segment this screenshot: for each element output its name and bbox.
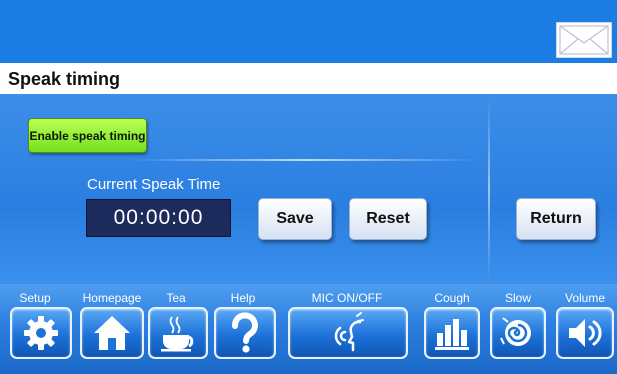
mic-toggle-button[interactable] — [288, 307, 408, 359]
nav-label-homepage: Homepage — [82, 291, 142, 305]
nav-label-setup: Setup — [19, 291, 51, 305]
home-icon — [94, 316, 130, 350]
current-speak-time-label: Current Speak Time — [87, 176, 221, 193]
bottom-nav-bar: Setup Homepage Tea Help MIC ON/OFF Cough… — [0, 284, 617, 374]
speaking-head-icon — [334, 312, 364, 352]
question-mark-icon — [232, 312, 258, 353]
speak-time-display: 00:00:00 — [86, 199, 231, 237]
speaker-icon — [569, 319, 602, 347]
tea-button[interactable] — [148, 307, 208, 359]
envelope-icon — [559, 25, 609, 55]
app-window: Speak timing Enable speak timing Current… — [0, 0, 617, 374]
cough-button[interactable] — [424, 307, 480, 359]
volume-button[interactable] — [556, 307, 614, 359]
vertical-divider — [488, 100, 490, 280]
nav-label-volume: Volume — [564, 291, 606, 305]
reset-button[interactable]: Reset — [349, 198, 427, 240]
homepage-button[interactable] — [80, 307, 144, 359]
mail-button[interactable] — [556, 22, 612, 58]
horizontal-divider — [130, 159, 480, 161]
save-button[interactable]: Save — [258, 198, 332, 240]
setup-button[interactable] — [10, 307, 72, 359]
nav-label-tea: Tea — [166, 291, 186, 305]
nav-label-slow: Slow — [504, 291, 531, 305]
gear-icon — [24, 316, 58, 350]
tea-cup-icon — [161, 316, 194, 352]
title-bar: Speak timing — [0, 63, 617, 94]
page-title: Speak timing — [8, 69, 121, 89]
speak-timing-panel: Enable speak timing Current Speak Time 0… — [0, 94, 617, 284]
top-bar — [0, 0, 617, 63]
slow-button[interactable] — [490, 307, 546, 359]
help-button[interactable] — [214, 307, 276, 359]
return-button[interactable]: Return — [516, 198, 596, 240]
bar-chart-icon — [435, 319, 469, 350]
enable-speak-timing-button[interactable]: Enable speak timing — [28, 118, 147, 153]
nav-label-cough: Cough — [434, 291, 470, 305]
nav-label-mic: MIC ON/OFF — [311, 291, 383, 305]
snail-icon — [500, 317, 531, 346]
nav-label-help: Help — [230, 291, 256, 305]
